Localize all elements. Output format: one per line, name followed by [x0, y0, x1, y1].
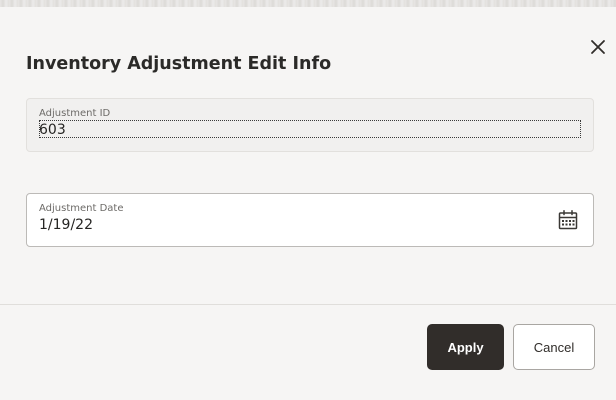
calendar-icon [558, 210, 578, 230]
dialog-title: Inventory Adjustment Edit Info [26, 54, 332, 74]
close-button[interactable] [586, 35, 610, 59]
focus-ring [39, 120, 581, 138]
page-backdrop-strip [0, 0, 616, 7]
adjustment-id-value: 603 [39, 122, 66, 138]
cancel-button[interactable]: Cancel [513, 324, 595, 370]
footer-divider [0, 304, 616, 305]
adjustment-date-label: Adjustment Date [39, 203, 124, 214]
close-icon [591, 40, 605, 54]
date-picker-button[interactable] [557, 209, 579, 231]
adjustment-date-value[interactable]: 1/19/22 [39, 217, 93, 233]
adjustment-date-field[interactable]: Adjustment Date 1/19/22 [26, 193, 594, 247]
adjustment-id-label: Adjustment ID [39, 108, 111, 119]
apply-button[interactable]: Apply [427, 324, 504, 370]
adjustment-id-field[interactable]: Adjustment ID 603 [26, 98, 594, 152]
edit-info-dialog: Inventory Adjustment Edit Info Adjustmen… [0, 7, 616, 400]
